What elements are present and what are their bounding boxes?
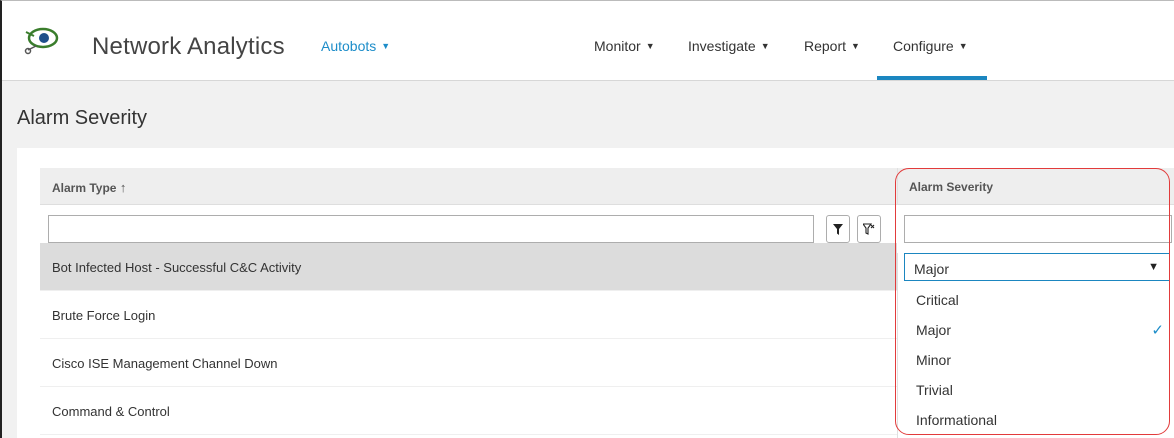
table-row[interactable]: Command & Control (40, 387, 897, 435)
nav-label: Investigate (688, 38, 756, 54)
network-analytics-logo (24, 27, 59, 55)
alarm-type-cell: Command & Control (52, 404, 170, 419)
caret-down-icon: ▼ (381, 41, 391, 51)
sort-ascending-icon: ↑ (119, 180, 127, 195)
option-label: Informational (916, 412, 997, 428)
table-row[interactable]: Brute Force Login (40, 291, 897, 339)
page-title: Alarm Severity (17, 107, 148, 129)
column-header-alarm-severity[interactable]: Alarm Severity (909, 180, 993, 194)
clear-filter-icon[interactable] (857, 215, 881, 243)
severity-option-critical[interactable]: Critical (904, 284, 1172, 314)
option-label: Trivial (916, 382, 953, 398)
caret-down-icon: ▼ (851, 41, 860, 51)
filter-icon[interactable] (826, 215, 850, 243)
app-title: Network Analytics (92, 33, 285, 60)
tenant-label: Autobots (321, 38, 377, 54)
nav-label: Report (804, 38, 847, 54)
caret-down-icon: ▼ (760, 41, 770, 51)
column-header-label: Alarm Severity (909, 180, 994, 194)
nav-report[interactable]: Report ▼ (804, 38, 860, 54)
severity-options-list: Critical Major ✓ Minor Trivial Informati… (904, 282, 1172, 438)
severity-option-major[interactable]: Major ✓ (904, 314, 1172, 344)
option-label: Major (916, 322, 952, 338)
severity-select[interactable]: Major ▼ (904, 253, 1170, 281)
tenant-selector[interactable]: Autobots ▼ (321, 38, 390, 54)
caret-down-icon: ▼ (645, 41, 655, 51)
alarm-type-cell: Brute Force Login (52, 308, 156, 323)
alarm-type-filter-input[interactable] (48, 215, 814, 243)
active-nav-indicator (877, 76, 987, 80)
nav-label: Monitor (594, 38, 641, 54)
column-header-label: Alarm Type (52, 181, 117, 195)
chevron-down-icon: ▼ (1148, 261, 1159, 273)
nav-label: Configure (893, 38, 954, 54)
severity-select-value: Major (914, 261, 950, 277)
severity-option-trivial[interactable]: Trivial (904, 374, 1172, 404)
caret-down-icon: ▼ (958, 41, 968, 51)
check-icon: ✓ (1151, 322, 1164, 339)
table-row[interactable]: Cisco ISE Management Channel Down (40, 339, 897, 387)
severity-option-minor[interactable]: Minor (904, 344, 1172, 374)
grid-header (40, 168, 1174, 205)
table-row[interactable]: Bot Infected Host - Successful C&C Activ… (40, 243, 897, 291)
option-label: Critical (916, 292, 959, 308)
nav-monitor[interactable]: Monitor ▼ (594, 38, 655, 54)
nav-investigate[interactable]: Investigate ▼ (688, 38, 770, 54)
alarm-type-cell: Cisco ISE Management Channel Down (52, 356, 278, 371)
option-label: Minor (916, 352, 952, 368)
alarm-severity-filter-input[interactable] (904, 215, 1172, 243)
severity-option-informational[interactable]: Informational (904, 404, 1172, 434)
column-header-alarm-type[interactable]: Alarm Type ↑ (52, 180, 126, 195)
alarm-type-cell: Bot Infected Host - Successful C&C Activ… (52, 260, 302, 275)
nav-configure[interactable]: Configure ▼ (893, 38, 968, 54)
